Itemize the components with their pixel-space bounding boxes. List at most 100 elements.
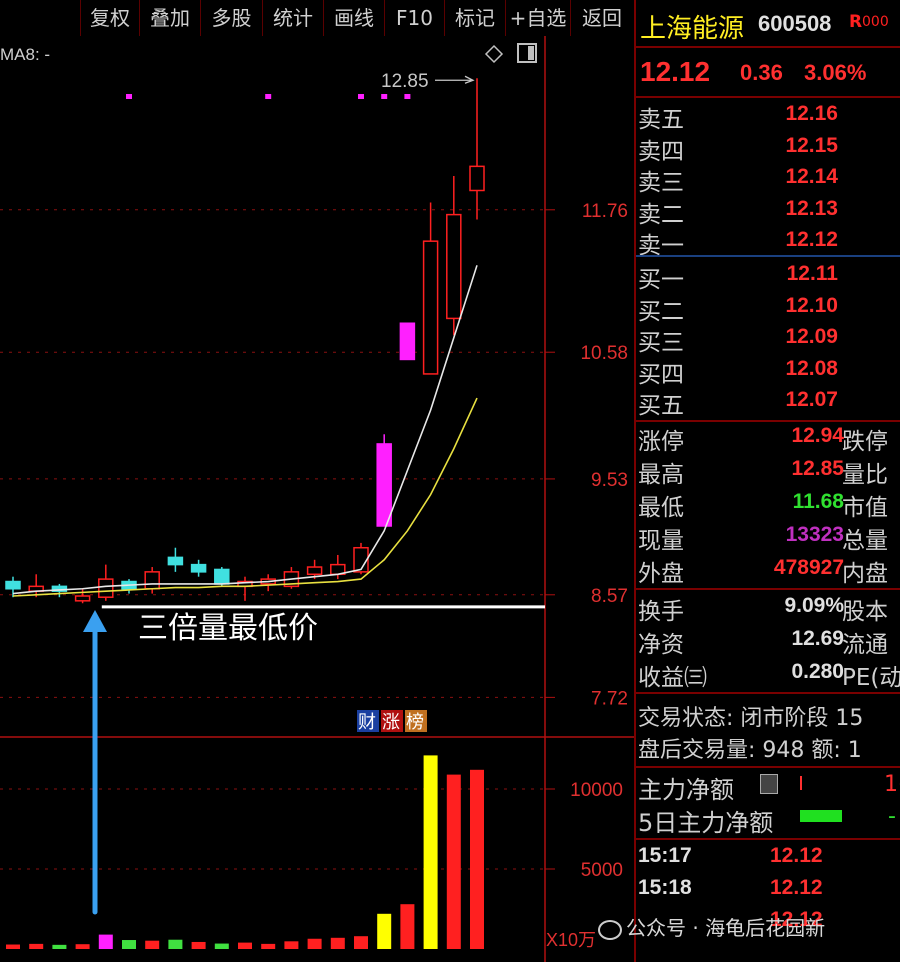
trade-status: 交易状态: 闭市阶段 15 xyxy=(638,706,864,731)
kline-chart[interactable]: MA8: - 11.76 10.58 9.53 8.57 7.72 12.85 财 涨 … xyxy=(0,36,634,962)
volume-bar xyxy=(284,941,299,949)
statistics-button[interactable]: 统计 xyxy=(262,0,323,36)
ask-row-value: 12.15 xyxy=(785,133,838,157)
stock-code: 600508 xyxy=(758,11,832,36)
wechat-icon xyxy=(598,919,622,940)
bid-row-value: 12.08 xyxy=(785,356,838,380)
candle-body xyxy=(306,566,323,576)
volume-bar xyxy=(238,942,252,949)
signal-dot xyxy=(381,94,388,99)
overlay-button[interactable]: 叠加 xyxy=(139,0,200,36)
fund-row-value: 12.69 xyxy=(791,627,844,650)
fund-row-label: 收益㈢ xyxy=(638,665,707,691)
price-tick-label: 7.72 xyxy=(591,688,628,709)
fund-row-value: 0.280 xyxy=(791,660,844,683)
fund-row-value: 9.09% xyxy=(784,594,844,617)
tag-suffix: 000 xyxy=(862,14,889,30)
stat-row-value: 478927 xyxy=(773,556,844,579)
candle-body xyxy=(74,595,91,602)
ask-row-label: 卖四 xyxy=(638,138,684,165)
volume-bar xyxy=(423,755,438,949)
tick-time: 15:17 xyxy=(638,844,692,867)
ask-row-label: 卖三 xyxy=(638,170,684,196)
signal-dot xyxy=(126,94,132,99)
stat-row-value: 13323 xyxy=(785,523,844,546)
stat-row-label: 最低 xyxy=(638,495,684,521)
bid-row-value: 12.10 xyxy=(785,293,838,317)
candle-body xyxy=(5,580,21,590)
f10-button[interactable]: F10 xyxy=(384,0,444,36)
volume-bars xyxy=(6,755,484,949)
ask-row-value: 12.16 xyxy=(785,102,838,125)
main-net5-value: - xyxy=(888,804,896,829)
volume-tick-label: 10000 xyxy=(570,780,623,801)
ask-row-label: 卖五 xyxy=(638,107,684,133)
volume-bar xyxy=(75,944,90,949)
volume-bar xyxy=(191,941,206,949)
candle-body xyxy=(446,213,462,320)
main-net-label: 主力净额 xyxy=(638,776,734,804)
last-price: 12.12 xyxy=(640,56,711,87)
ask-row-value: 12.14 xyxy=(785,165,838,188)
volume-bar xyxy=(98,934,113,949)
volume-bar xyxy=(307,938,322,949)
candle-body xyxy=(167,556,184,566)
diamond-icon[interactable] xyxy=(484,44,504,64)
signal-dot xyxy=(404,94,411,99)
volume-bar xyxy=(168,939,183,949)
add-watchlist-button[interactable]: +自选 xyxy=(505,0,570,36)
stat-row-right-label: 市值 xyxy=(842,495,888,521)
tick-price: 12.12 xyxy=(770,876,823,899)
blue-up-arrow xyxy=(83,610,107,915)
bid-row-label: 买二 xyxy=(638,298,684,325)
volume-tick-label: 5000 xyxy=(581,860,623,881)
bid-row-value: 12.09 xyxy=(785,325,838,348)
volume-bar xyxy=(52,944,67,949)
candle-body xyxy=(98,578,114,598)
main-net5-label: 5日主力净额 xyxy=(638,809,774,837)
candle-body xyxy=(376,443,392,527)
fund-row-label: 净资 xyxy=(638,632,684,658)
stat-row-right-label: 量比 xyxy=(842,462,888,488)
fund-row-label: 换手 xyxy=(638,599,684,625)
price-change-pct: 3.06% xyxy=(804,60,867,85)
cai-badge: 财 xyxy=(358,712,376,733)
volume-bar xyxy=(145,940,160,949)
draw-line-button[interactable]: 画线 xyxy=(323,0,384,36)
window-icon[interactable] xyxy=(517,43,537,63)
volume-bar xyxy=(400,904,415,949)
fuquan-button[interactable]: 复权 xyxy=(80,0,139,36)
candle-body xyxy=(422,240,439,375)
candle-body xyxy=(214,568,230,585)
main-net-bar xyxy=(800,776,802,790)
r-tag: R xyxy=(849,12,863,32)
main-net5-bar xyxy=(800,810,842,822)
volume-bar xyxy=(122,940,136,949)
stat-row-right-label: 跌停 xyxy=(842,429,888,455)
signal-dot xyxy=(358,94,364,99)
ask-row-value: 12.13 xyxy=(785,196,838,220)
chart-toolbar: 复权 叠加 多股 统计 画线 F10 标记 +自选 返回 xyxy=(0,0,633,36)
price-tick-label: 9.53 xyxy=(591,470,628,491)
ma-white-line xyxy=(12,265,478,595)
peak-price-label: 12.85 xyxy=(381,71,429,92)
stat-row-right-label: 总量 xyxy=(842,528,888,554)
news-badge[interactable]: 财 涨 榜 xyxy=(357,710,427,733)
bang-badge: 榜 xyxy=(406,712,424,733)
fund-row-right-label: 股本 xyxy=(842,599,888,625)
wechat-watermark: 公众号 · 海龟后花园新 xyxy=(598,912,825,941)
mark-button[interactable]: 标记 xyxy=(444,0,505,36)
stat-row-value: 11.68 xyxy=(792,490,844,513)
stock-name: 上海能源 xyxy=(640,14,745,44)
stat-row-label: 涨停 xyxy=(638,429,684,455)
back-button[interactable]: 返回 xyxy=(570,0,633,36)
fund-row-right-label: PE(动 xyxy=(842,665,900,691)
annotation-text: 三倍量最低价 xyxy=(138,611,318,646)
tick-time: 15:18 xyxy=(638,876,692,899)
list-icon[interactable] xyxy=(760,774,778,794)
multi-stock-button[interactable]: 多股 xyxy=(200,0,262,36)
price-tick-label: 11.76 xyxy=(582,201,628,222)
stat-row-label: 外盘 xyxy=(638,561,684,587)
bid-row-label: 买五 xyxy=(638,393,684,419)
ma-label: MA8: - xyxy=(0,45,50,64)
